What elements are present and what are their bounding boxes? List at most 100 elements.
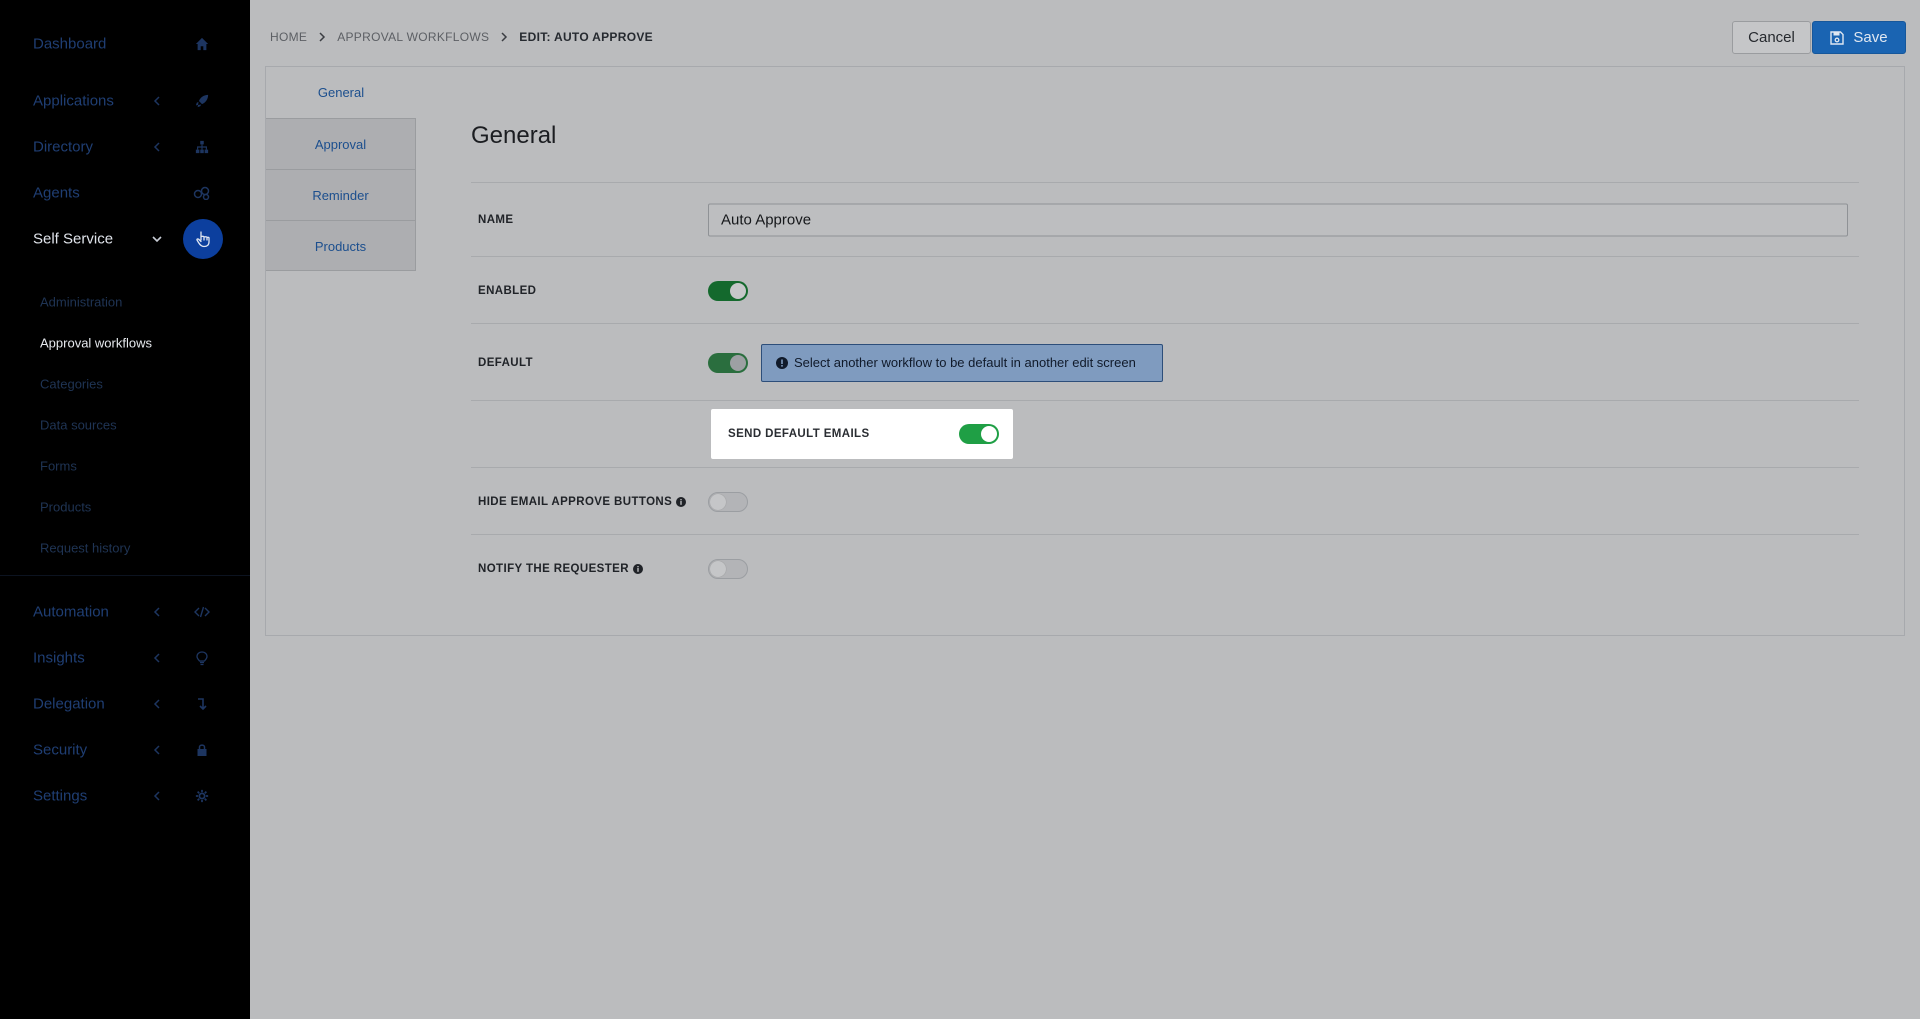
breadcrumb-approval-workflows[interactable]: APPROVAL WORKFLOWS (337, 30, 489, 44)
tab-products[interactable]: Products (266, 220, 416, 271)
sidebar-item-applications[interactable]: Applications (0, 81, 250, 121)
sidebar-item-automation[interactable]: Automation (0, 592, 250, 632)
breadcrumb-home[interactable]: HOME (270, 30, 307, 44)
toggle-knob (710, 493, 726, 510)
save-button[interactable]: Save (1812, 21, 1906, 54)
sidebar-item-label: Dashboard (33, 35, 107, 53)
save-icon (1830, 30, 1845, 45)
save-button-label: Save (1853, 29, 1888, 46)
chevron-left-icon (153, 699, 160, 709)
chevron-right-icon (501, 32, 508, 42)
sidebar-sub-request-history[interactable]: Request history (0, 532, 250, 564)
lightbulb-icon (190, 646, 214, 670)
sidebar-item-label: Security (33, 741, 88, 759)
enabled-row: ENABLED (471, 256, 1859, 324)
default-info-alert: Select another workflow to be default in… (761, 343, 1163, 382)
hide-email-buttons-label-text: HIDE EMAIL APPROVE BUTTONS (478, 495, 673, 508)
sidebar-item-label: Automation (33, 603, 109, 621)
chevron-left-icon (153, 653, 160, 663)
tab-list: General Approval Reminder Products (266, 67, 432, 635)
hand-pointer-icon (183, 219, 223, 259)
notify-requester-label-text: NOTIFY THE REQUESTER (478, 562, 629, 575)
sidebar-sub-administration[interactable]: Administration (0, 286, 250, 318)
page-title: General (471, 122, 557, 149)
rocket-icon (190, 89, 214, 113)
breadcrumb: HOME APPROVAL WORKFLOWS EDIT: AUTO APPRO… (270, 30, 653, 44)
sidebar-item-label: Directory (33, 138, 94, 156)
name-row: NAME (471, 182, 1859, 257)
sidebar-item-directory[interactable]: Directory (0, 127, 250, 167)
notify-requester-toggle[interactable] (708, 558, 748, 579)
default-info-text: Select another workflow to be default in… (794, 355, 1136, 370)
level-down-icon (190, 692, 214, 716)
chevron-right-icon (319, 32, 326, 42)
sidebar-item-security[interactable]: Security (0, 730, 250, 770)
tab-label: Approval (314, 136, 367, 152)
tab-label: Reminder (312, 187, 369, 203)
sidebar-sub-approval-workflows[interactable]: Approval workflows (0, 327, 250, 359)
sidebar-sub-categories[interactable]: Categories (0, 368, 250, 400)
toggle-knob (730, 282, 746, 299)
sidebar-item-delegation[interactable]: Delegation (0, 684, 250, 724)
chevron-left-icon (153, 607, 160, 617)
tab-label: General (317, 85, 365, 100)
chevron-left-icon (153, 791, 160, 801)
home-icon (190, 32, 214, 56)
sidebar-divider (0, 575, 250, 576)
sidebar-item-label: Self Service (33, 230, 114, 248)
sidebar-sub-label: Administration (40, 294, 123, 310)
default-toggle[interactable] (708, 352, 748, 373)
tab-label: Products (314, 238, 367, 254)
sidebar-sub-label: Data sources (40, 417, 117, 433)
gear-icon (190, 784, 214, 808)
sidebar-item-agents[interactable]: Agents (0, 173, 250, 213)
code-icon (190, 600, 214, 624)
sidebar-sub-label: Approval workflows (40, 335, 152, 351)
sidebar-sub-label: Forms (40, 458, 77, 474)
breadcrumb-current: EDIT: AUTO APPROVE (519, 30, 653, 44)
send-default-emails-highlight: SEND DEFAULT EMAILS (711, 409, 1013, 459)
hide-email-buttons-label: HIDE EMAIL APPROVE BUTTONS (478, 495, 687, 508)
tab-general[interactable]: General (266, 67, 416, 118)
sidebar-item-label: Agents (33, 184, 80, 202)
sidebar-sub-label: Products (40, 499, 92, 515)
sitemap-icon (190, 135, 214, 159)
sidebar-item-label: Insights (33, 649, 85, 667)
sidebar-item-dashboard[interactable]: Dashboard (0, 24, 250, 64)
sidebar-sub-products[interactable]: Products (0, 491, 250, 523)
default-label: DEFAULT (478, 356, 533, 369)
info-circle-icon[interactable] (632, 563, 643, 574)
toggle-knob (730, 354, 746, 371)
tab-reminder[interactable]: Reminder (266, 169, 416, 220)
exclamation-circle-icon (776, 356, 788, 369)
sidebar-item-label: Delegation (33, 695, 105, 713)
sidebar-sub-data-sources[interactable]: Data sources (0, 409, 250, 441)
notify-requester-row: NOTIFY THE REQUESTER (471, 534, 1859, 602)
sidebar-sub-label: Categories (40, 376, 103, 392)
agents-icon (190, 181, 214, 205)
send-default-emails-row (471, 400, 1859, 468)
sidebar-item-settings[interactable]: Settings (0, 776, 250, 816)
sidebar: Dashboard Applications Directory Agents … (0, 0, 250, 1019)
chevron-left-icon (153, 96, 160, 106)
info-circle-icon[interactable] (676, 496, 687, 507)
lock-icon (190, 738, 214, 762)
hide-email-buttons-toggle[interactable] (708, 491, 748, 512)
tab-approval[interactable]: Approval (266, 118, 416, 169)
name-input[interactable] (708, 203, 1848, 237)
cancel-button[interactable]: Cancel (1732, 21, 1811, 54)
hide-email-buttons-row: HIDE EMAIL APPROVE BUTTONS (471, 467, 1859, 535)
name-label: NAME (478, 214, 514, 226)
chevron-down-icon (152, 236, 162, 243)
sidebar-sub-forms[interactable]: Forms (0, 450, 250, 482)
notify-requester-label: NOTIFY THE REQUESTER (478, 563, 643, 575)
default-row: DEFAULT Select another workflow to be de… (471, 323, 1859, 401)
toggle-knob (981, 426, 997, 442)
sidebar-item-self-service[interactable]: Self Service (0, 219, 250, 259)
enabled-toggle[interactable] (708, 280, 748, 301)
main-content: HOME APPROVAL WORKFLOWS EDIT: AUTO APPRO… (250, 0, 1920, 1019)
send-default-emails-label: SEND DEFAULT EMAILS (728, 428, 870, 440)
send-default-emails-toggle[interactable] (959, 424, 999, 444)
enabled-label: ENABLED (478, 284, 537, 297)
sidebar-item-insights[interactable]: Insights (0, 638, 250, 678)
